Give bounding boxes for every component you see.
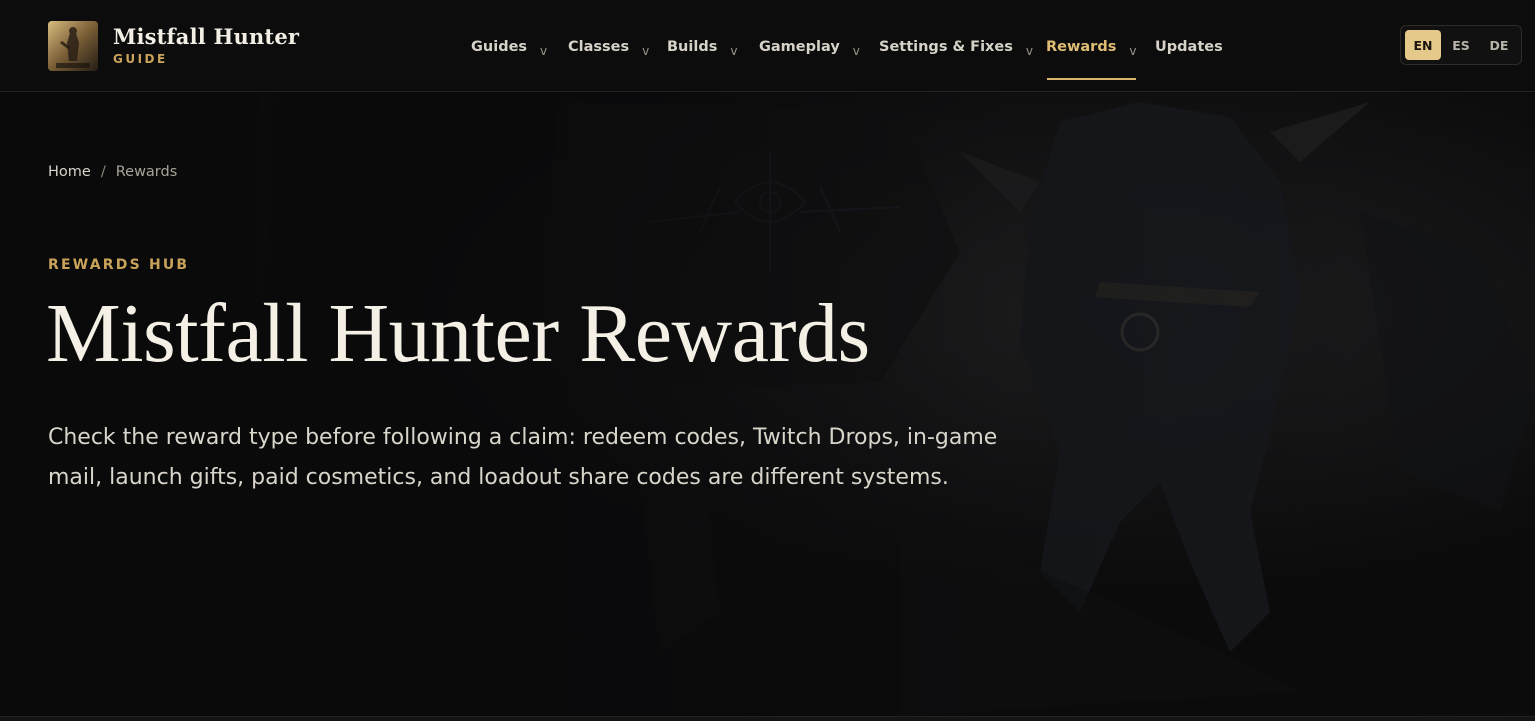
game-cover-icon[interactable]: [48, 21, 98, 71]
nav-label: Builds: [667, 39, 718, 55]
section-divider: [0, 716, 1535, 721]
nav-label: Updates: [1155, 39, 1223, 55]
nav-gameplay[interactable]: Gameplay v: [759, 36, 860, 58]
chevron-down-icon: v: [1025, 44, 1033, 58]
hero-overlay: [0, 92, 1535, 716]
lang-es-button[interactable]: ES: [1443, 30, 1479, 60]
nav-builds[interactable]: Builds v: [667, 36, 737, 58]
nav-label: Settings & Fixes: [879, 39, 1013, 55]
nav-updates[interactable]: Updates: [1155, 36, 1223, 58]
active-nav-indicator: [1047, 78, 1136, 80]
nav-rewards[interactable]: Rewards v: [1046, 36, 1136, 58]
nav-classes[interactable]: Classes v: [568, 36, 649, 58]
nav-label: Guides: [471, 39, 528, 55]
hero-description: Check the reward type before following a…: [48, 425, 998, 490]
site-subtitle: GUIDE: [113, 52, 168, 66]
nav-label: Gameplay: [759, 39, 840, 55]
chevron-down-icon: v: [1129, 44, 1137, 58]
site-header: Mistfall Hunter GUIDE Guides v Classes v…: [0, 0, 1535, 92]
nav-label: Rewards: [1046, 39, 1117, 55]
chevron-down-icon: v: [540, 44, 548, 58]
site-title[interactable]: Mistfall Hunter: [113, 24, 299, 49]
nav-label: Classes: [568, 39, 630, 55]
breadcrumb-current: Rewards: [115, 164, 178, 180]
chevron-down-icon: v: [642, 44, 650, 58]
breadcrumb-separator: /: [100, 164, 106, 180]
hero-eyebrow: REWARDS HUB: [48, 257, 190, 273]
hero-section: Home / Rewards REWARDS HUB Mistfall Hunt…: [0, 92, 1535, 716]
lang-en-button[interactable]: EN: [1405, 30, 1441, 60]
chevron-down-icon: v: [730, 44, 738, 58]
page-title: Mistfall Hunter Rewards: [46, 287, 870, 380]
chevron-down-icon: v: [852, 44, 860, 58]
breadcrumb: Home / Rewards: [48, 164, 177, 180]
lang-de-button[interactable]: DE: [1481, 30, 1517, 60]
nav-settings-fixes[interactable]: Settings & Fixes v: [879, 36, 1033, 58]
nav-guides[interactable]: Guides v: [471, 36, 547, 58]
language-switcher: EN ES DE: [1400, 25, 1522, 65]
page: Mistfall Hunter GUIDE Guides v Classes v…: [0, 0, 1535, 721]
breadcrumb-home-link[interactable]: Home: [48, 164, 91, 180]
